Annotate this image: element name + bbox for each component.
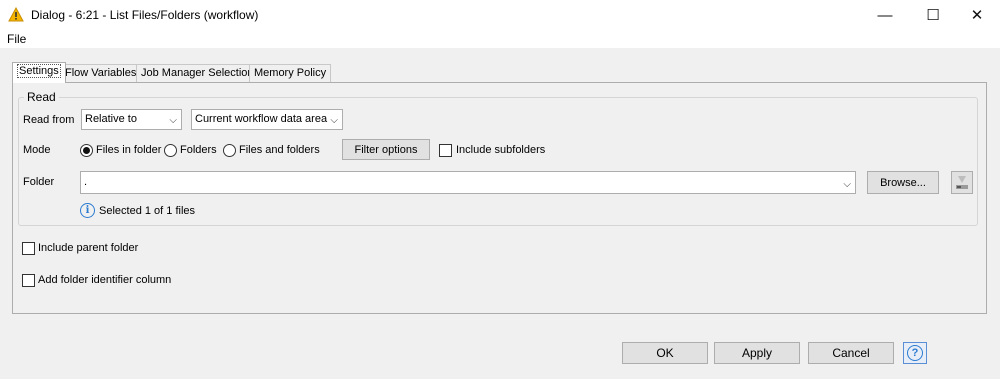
radio-files-in-folder-label: Files in folder bbox=[96, 144, 162, 156]
browse-button[interactable]: Browse... bbox=[867, 171, 939, 194]
title-bar: Dialog - 6:21 - List Files/Folders (work… bbox=[0, 0, 1000, 30]
read-from-select[interactable]: Relative to ⌵ bbox=[81, 109, 182, 130]
tab-settings-label: Settings bbox=[17, 64, 61, 78]
selection-status-text: Selected 1 of 1 files bbox=[99, 205, 196, 217]
chevron-down-icon: ⌵ bbox=[330, 115, 338, 126]
tab-job-manager-label: Job Manager Selection bbox=[141, 67, 254, 79]
radio-folders[interactable] bbox=[164, 144, 177, 157]
radio-files-and-folders-label: Files and folders bbox=[239, 144, 320, 156]
read-group-title: Read bbox=[24, 90, 59, 104]
radio-files-in-folder[interactable] bbox=[80, 144, 93, 157]
ok-button[interactable]: OK bbox=[622, 342, 708, 364]
help-button[interactable]: ? bbox=[903, 342, 927, 364]
flow-variable-icon bbox=[956, 176, 968, 189]
tab-memory-policy-label: Memory Policy bbox=[254, 67, 327, 79]
tab-job-manager-selection[interactable]: Job Manager Selection bbox=[136, 64, 259, 82]
tab-settings[interactable]: Settings bbox=[12, 62, 66, 83]
info-icon: i bbox=[80, 203, 95, 218]
apply-button[interactable]: Apply bbox=[714, 342, 800, 364]
menu-file[interactable]: File bbox=[7, 32, 26, 46]
include-subfolders-checkbox[interactable] bbox=[439, 144, 452, 157]
relative-to-value: Current workflow data area bbox=[195, 113, 328, 125]
include-subfolders-label: Include subfolders bbox=[456, 144, 546, 156]
radio-folders-label: Folders bbox=[180, 144, 217, 156]
help-icon: ? bbox=[907, 345, 923, 361]
warning-triangle-icon bbox=[8, 7, 24, 22]
folder-path-value: . bbox=[84, 176, 88, 188]
chevron-down-icon: ⌵ bbox=[843, 179, 851, 190]
minimize-icon: — bbox=[877, 6, 893, 24]
tab-flow-variables[interactable]: Flow Variables bbox=[60, 64, 142, 82]
maximize-button[interactable]: ☐ bbox=[910, 0, 956, 30]
include-parent-folder-label: Include parent folder bbox=[38, 242, 139, 254]
minimize-button[interactable]: — bbox=[862, 0, 908, 30]
read-from-label: Read from bbox=[23, 114, 75, 126]
relative-to-select[interactable]: Current workflow data area ⌵ bbox=[191, 109, 343, 130]
read-from-value: Relative to bbox=[85, 113, 137, 125]
close-button[interactable]: ✕ bbox=[954, 0, 1000, 30]
mode-label: Mode bbox=[23, 144, 51, 156]
include-parent-folder-checkbox[interactable] bbox=[22, 242, 35, 255]
menu-bar: File bbox=[0, 30, 1000, 48]
chevron-down-icon: ⌵ bbox=[169, 115, 177, 126]
window-title: Dialog - 6:21 - List Files/Folders (work… bbox=[31, 8, 259, 22]
flow-variable-button[interactable] bbox=[951, 171, 973, 194]
close-icon: ✕ bbox=[970, 7, 984, 24]
filter-options-button[interactable]: Filter options bbox=[342, 139, 430, 160]
add-folder-identifier-checkbox[interactable] bbox=[22, 274, 35, 287]
radio-files-and-folders[interactable] bbox=[223, 144, 236, 157]
maximize-icon: ☐ bbox=[926, 7, 940, 24]
add-folder-identifier-label: Add folder identifier column bbox=[38, 274, 172, 286]
tab-flow-variables-label: Flow Variables bbox=[65, 67, 137, 79]
folder-path-input[interactable]: . ⌵ bbox=[80, 171, 856, 194]
cancel-button[interactable]: Cancel bbox=[808, 342, 894, 364]
folder-label: Folder bbox=[23, 176, 55, 188]
tab-memory-policy[interactable]: Memory Policy bbox=[249, 64, 332, 82]
